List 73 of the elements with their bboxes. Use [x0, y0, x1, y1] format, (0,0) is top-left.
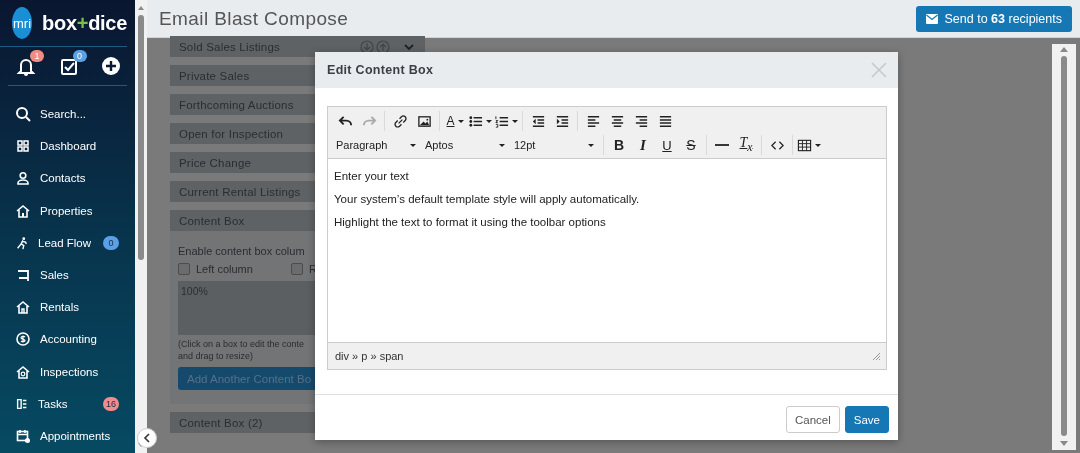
house-icon — [15, 202, 31, 219]
nav-item[interactable]: Search... — [0, 98, 135, 131]
align-center-icon — [609, 113, 625, 129]
nav-item[interactable]: Appointments — [0, 419, 135, 453]
image-icon — [416, 113, 432, 129]
sign-icon — [15, 267, 31, 284]
bell-icon[interactable] — [16, 56, 36, 76]
format-dropdown[interactable]: 12pt — [511, 134, 600, 156]
caret-icon — [512, 119, 518, 123]
count-badge: 16 — [103, 396, 119, 411]
house-icon — [15, 299, 31, 316]
nav-item[interactable]: Dashboard — [0, 130, 135, 163]
removeformat-button[interactable]: T$_{x}$ — [734, 134, 758, 156]
format-dropdown[interactable]: Aptos — [422, 134, 511, 156]
numbered-list-icon — [494, 113, 509, 129]
count-badge: 0 — [72, 50, 87, 62]
calendar-icon — [15, 427, 31, 444]
italic-button[interactable]: I — [631, 134, 655, 156]
move-up-icon[interactable] — [376, 39, 390, 54]
count-badge: 0 — [103, 235, 119, 250]
link-icon — [392, 113, 408, 129]
checkbox[interactable] — [291, 263, 303, 275]
search-icon — [15, 106, 31, 123]
checkbox-label: Left column — [196, 263, 253, 275]
field-label: Enable content box colum — [178, 245, 306, 257]
chevron-left-icon — [143, 433, 151, 443]
align-left-icon — [585, 113, 601, 129]
person-icon — [15, 170, 31, 187]
justify-icon — [657, 113, 673, 129]
nav-item[interactable]: Inspections — [0, 355, 135, 388]
underline-button[interactable]: U — [655, 134, 679, 156]
move-down-icon[interactable] — [360, 39, 374, 54]
table-icon — [797, 137, 812, 153]
caret-icon — [457, 119, 464, 123]
forecolor-button[interactable]: A — [443, 110, 467, 132]
checkbox[interactable] — [178, 263, 190, 275]
caret-icon — [486, 119, 492, 123]
checklist-icon[interactable] — [58, 56, 79, 76]
caret-icon — [499, 143, 505, 147]
page-title: Email Blast Compose — [159, 7, 349, 30]
dialog-button[interactable]: Save — [844, 406, 889, 433]
nav-item[interactable]: Accounting — [0, 323, 135, 356]
nav-item[interactable]: Contacts — [0, 162, 135, 195]
envelope-icon — [925, 13, 938, 24]
strike-button[interactable]: S — [679, 134, 703, 156]
brand-logo: mri — [12, 7, 33, 39]
nav-item[interactable]: Sales — [0, 258, 135, 292]
brand-name: box+dice — [42, 11, 127, 35]
collapse-button[interactable] — [137, 428, 157, 448]
element-path: div » p » span — [335, 350, 404, 362]
count-badge: 1 — [30, 50, 44, 62]
bold-button[interactable]: B — [607, 134, 631, 156]
resize-handle-icon[interactable] — [873, 352, 880, 360]
send-button[interactable]: Send to 63 recipients — [915, 5, 1072, 32]
house-icon — [15, 363, 31, 380]
indent-icon — [554, 113, 570, 129]
nav-item[interactable]: Rentals — [0, 291, 135, 324]
nav-item[interactable]: Properties — [0, 194, 135, 227]
nav-item[interactable]: Lead Flow 0 — [0, 226, 135, 259]
bullet-list-icon — [468, 113, 483, 129]
runner-icon — [15, 234, 29, 251]
caret-icon — [815, 143, 821, 147]
nav-item[interactable]: Tasks 16 — [0, 387, 135, 420]
coin-icon — [15, 331, 31, 348]
paragraph: Enter your text — [334, 170, 410, 182]
add-icon[interactable] — [101, 56, 121, 76]
dialog-button[interactable]: Cancel — [785, 406, 840, 433]
caret-icon — [588, 143, 594, 147]
hint-text: (Click on a box to edit the conte and drag to resize) — [178, 339, 306, 362]
outdent-icon — [530, 113, 546, 129]
horizontal-line-icon — [715, 144, 729, 146]
align-right-icon — [633, 113, 649, 129]
grid-icon — [15, 138, 31, 155]
